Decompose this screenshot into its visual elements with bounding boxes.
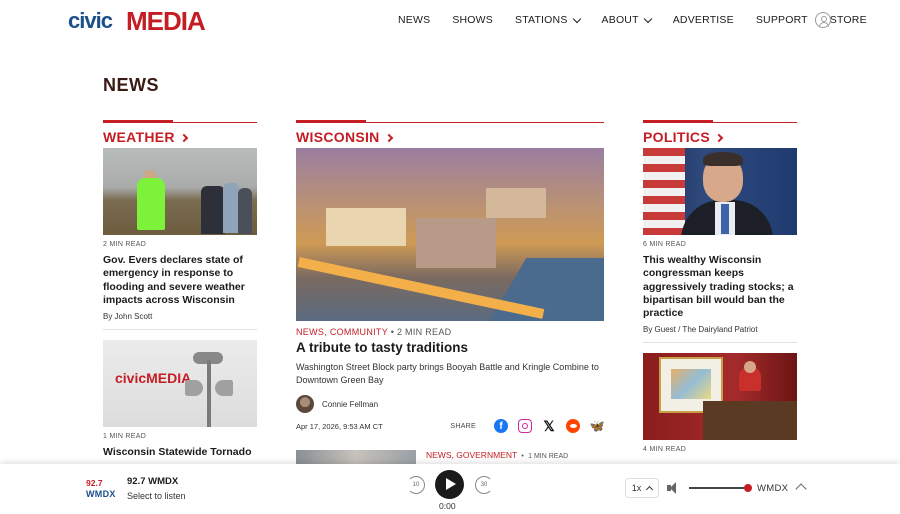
weather-section-title: WEATHER — [103, 129, 175, 145]
siren-image-logo: civicMEDIA — [115, 370, 192, 387]
politics-article-image[interactable] — [643, 148, 797, 235]
playback-speed-button[interactable]: 1x — [625, 478, 659, 498]
chevron-down-icon — [572, 14, 581, 23]
bluesky-icon[interactable]: 🦋 — [590, 419, 605, 433]
politics-headline[interactable]: This wealthy Wisconsin congressman keeps… — [643, 254, 797, 320]
read-time: 4 MIN READ — [643, 446, 687, 454]
author-name[interactable]: Connie Fellman — [322, 400, 378, 409]
station-logo[interactable]: 92.7 WMDX — [86, 478, 120, 502]
site-header: civic MEDIA NEWS SHOWS STATIONS ABOUT AD… — [0, 0, 900, 42]
weather-column: WEATHER 2 MIN READ Gov. Evers declares s… — [103, 120, 257, 459]
nav-advertise[interactable]: ADVERTISE — [673, 14, 734, 26]
wisconsin-column: WISCONSIN NEWS, COMMUNITY • 2 MIN READ A… — [296, 120, 604, 480]
read-time: 1 MIN READ — [528, 453, 569, 460]
expand-player-icon[interactable] — [795, 483, 807, 495]
author-row: Connie Fellman — [296, 395, 604, 413]
page-title: NEWS — [103, 75, 159, 95]
wisconsin-section-header[interactable]: WISCONSIN — [296, 120, 604, 148]
playback-time: 0:00 — [439, 501, 456, 511]
facebook-icon[interactable]: f — [494, 419, 508, 433]
politics-section-title: POLITICS — [643, 129, 710, 145]
date-share-row: Apr 17, 2026, 9:53 AM CT SHARE f 𝕏 🦋 — [296, 417, 604, 435]
read-time: 2 MIN READ — [103, 241, 147, 248]
read-time: 2 MIN READ — [396, 327, 452, 337]
skip-back-icon[interactable]: 10 — [407, 476, 425, 494]
featured-dek: Washington Street Block party brings Boo… — [296, 362, 599, 385]
station-name[interactable]: 92.7 WMDX — [127, 476, 178, 487]
politics-section-header[interactable]: POLITICS — [643, 120, 797, 148]
logo-media-text: MEDIA — [126, 6, 206, 36]
chevron-right-icon — [179, 133, 189, 143]
tornado-article-image[interactable]: civicMEDIA — [103, 340, 257, 428]
tag-community[interactable]: COMMUNITY — [330, 327, 388, 337]
chevron-up-icon — [646, 485, 654, 494]
nav-stations[interactable]: STATIONS — [515, 14, 581, 26]
logo-civ-text: civic — [68, 8, 113, 33]
politics-column: POLITICS 6 MIN READ This wealthy Wiscons… — [643, 120, 797, 454]
volume-icon[interactable] — [667, 482, 681, 494]
publish-date: Apr 17, 2026, 9:53 AM CT — [296, 421, 383, 431]
volume-slider-handle[interactable] — [744, 484, 752, 492]
tag-government[interactable]: GOVERNMENT — [456, 450, 517, 460]
read-time: 6 MIN READ — [643, 241, 687, 248]
read-time: 1 MIN READ — [103, 433, 147, 441]
byline: By Guest / The Dairyland Patriot — [643, 325, 758, 335]
politics-second-image[interactable] — [643, 353, 797, 441]
tag-news[interactable]: NEWS, — [426, 450, 454, 460]
user-account-icon[interactable] — [815, 12, 831, 28]
station-subtitle: Select to listen — [127, 491, 186, 501]
avatar — [296, 395, 314, 413]
play-button[interactable] — [435, 470, 464, 499]
share-bar: SHARE f 𝕏 🦋 — [450, 418, 605, 434]
byline: By John Scott — [103, 312, 153, 322]
skip-forward-icon[interactable]: 30 — [475, 476, 493, 494]
share-label: SHARE — [450, 422, 476, 430]
station-logo-call: WMDX — [86, 489, 116, 499]
featured-headline[interactable]: A tribute to tasty traditions — [296, 340, 604, 355]
volume-station-label: WMDX — [757, 483, 789, 494]
x-icon[interactable]: 𝕏 — [542, 418, 556, 434]
weather-section-header[interactable]: WEATHER — [103, 120, 257, 148]
weather-article-image[interactable] — [103, 148, 257, 235]
nav-news[interactable]: NEWS — [398, 14, 430, 26]
featured-tags: NEWS, COMMUNITY • 2 MIN READ — [296, 327, 452, 337]
volume-slider[interactable] — [689, 487, 747, 489]
nav-store[interactable]: STORE — [830, 14, 867, 26]
nav-about[interactable]: ABOUT — [602, 14, 652, 26]
tag-news[interactable]: NEWS, — [296, 327, 327, 337]
reddit-icon[interactable] — [566, 419, 580, 433]
chevron-right-icon — [384, 133, 393, 143]
chevron-right-icon — [714, 133, 724, 143]
weather-headline[interactable]: Gov. Evers declares state of emergency i… — [103, 254, 257, 307]
tornado-headline[interactable]: Wisconsin Statewide Tornado — [103, 446, 257, 459]
wisconsin-section-title: WISCONSIN — [296, 129, 380, 145]
divider — [103, 329, 257, 331]
nav-shows[interactable]: SHOWS — [452, 14, 493, 26]
divider — [643, 342, 797, 344]
featured-article-image[interactable] — [296, 148, 604, 321]
civic-media-logo[interactable]: civic MEDIA — [68, 6, 206, 36]
audio-player-bar: 92.7 WMDX 92.7 WMDX Select to listen 10 … — [0, 464, 900, 514]
nav-support[interactable]: SUPPORT — [756, 14, 808, 26]
chevron-down-icon — [643, 14, 652, 23]
station-logo-freq: 92.7 — [86, 478, 103, 488]
instagram-icon[interactable] — [518, 419, 532, 433]
second-tags: NEWS, GOVERNMENT • 1 MIN READ — [426, 450, 569, 460]
